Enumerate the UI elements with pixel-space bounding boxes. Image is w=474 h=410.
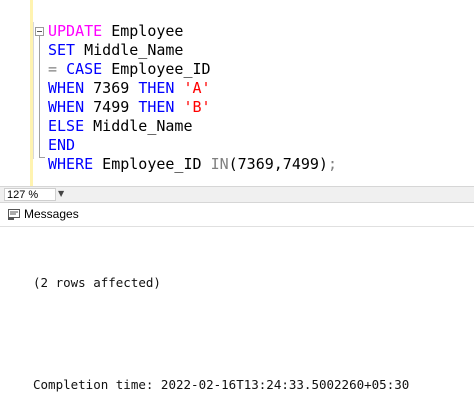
code-line[interactable]: = CASE Employee_ID (48, 60, 337, 79)
query-editor[interactable]: UPDATE Employee SET Middle_Name = CASE Emp… (0, 0, 474, 186)
code-token: SET (48, 41, 76, 59)
code-token: 7369 (84, 79, 139, 97)
code-line[interactable]: END (48, 136, 337, 155)
code-token: IN (210, 155, 229, 173)
code-token: ; (327, 155, 337, 173)
code-token: 7499 (84, 98, 139, 116)
code-token: Middle_Name (84, 117, 193, 135)
sql-code[interactable]: UPDATE Employee SET Middle_Name = CASE Emp… (48, 22, 337, 174)
fold-guide (39, 36, 40, 158)
messages-icon (8, 208, 20, 220)
collapse-icon[interactable] (35, 27, 44, 36)
code-line[interactable]: SET Middle_Name (48, 41, 337, 60)
code-token: Employee_ID (93, 155, 211, 173)
completion-time-text: Completion time: 2022-02-16T13:24:33.500… (33, 377, 410, 392)
chevron-down-icon[interactable]: ▼ (58, 189, 64, 198)
code-line[interactable]: UPDATE Employee (48, 22, 337, 41)
code-line[interactable]: WHERE Employee_ID IN(7369,7499); (48, 155, 337, 174)
code-token: 'A' (183, 79, 211, 97)
rows-affected-text: (2 rows affected) (33, 275, 161, 290)
code-line[interactable]: WHEN 7499 THEN 'B' (48, 98, 337, 117)
tab-messages[interactable]: Messages (8, 204, 79, 224)
code-token: ELSE (48, 117, 85, 135)
tab-divider (0, 226, 474, 227)
code-token: (7369,7499) (228, 155, 328, 173)
code-token: = (48, 60, 58, 78)
zoom-level-select[interactable]: 127 % (4, 188, 56, 201)
code-token: UPDATE (48, 22, 103, 40)
code-line[interactable]: WHEN 7369 THEN 'A' (48, 79, 337, 98)
editor-status-bar: 127 % ▼ (0, 186, 474, 203)
code-line[interactable]: ELSE Middle_Name (48, 117, 337, 136)
code-token: Employee (102, 22, 184, 40)
messages-output: (2 rows affected) Completion time: 2022-… (33, 240, 409, 410)
code-token: WHERE (48, 155, 94, 173)
code-token: Employee_ID (102, 60, 211, 78)
code-token: THEN (138, 79, 175, 97)
code-token: END (48, 136, 76, 154)
code-token: CASE (66, 60, 103, 78)
gutter-divider (33, 22, 34, 159)
code-token: Middle_Name (75, 41, 184, 59)
tab-messages-label: Messages (24, 207, 79, 221)
code-token: THEN (138, 98, 175, 116)
fold-guide-end (39, 157, 45, 158)
code-token: WHEN (48, 79, 85, 97)
code-token: 'B' (183, 98, 211, 116)
code-token: WHEN (48, 98, 85, 116)
